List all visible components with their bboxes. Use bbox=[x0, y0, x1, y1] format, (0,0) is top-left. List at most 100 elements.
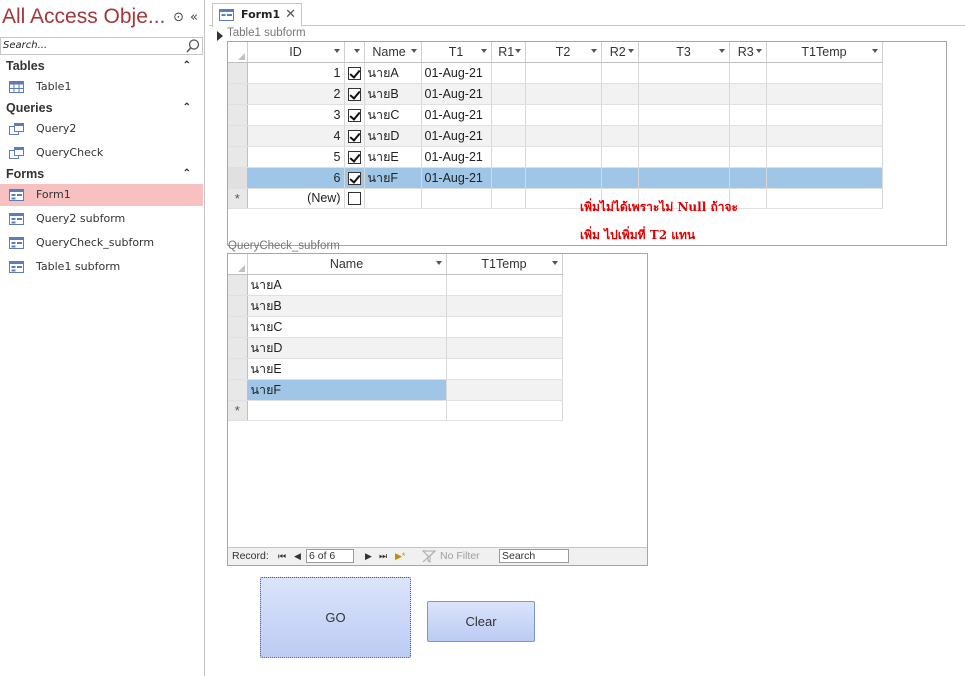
nav-item-query2-subform[interactable]: Query2 subform bbox=[0, 208, 203, 230]
first-record-icon[interactable]: ⏮ bbox=[278, 551, 286, 562]
section-queries[interactable]: Queries ⌃ bbox=[0, 98, 203, 118]
table-row[interactable]: นายB bbox=[228, 295, 563, 317]
form-icon bbox=[219, 9, 234, 21]
clear-button[interactable]: Clear bbox=[427, 601, 535, 642]
table-row[interactable]: นายD bbox=[228, 337, 563, 359]
column-header-check[interactable] bbox=[344, 42, 365, 63]
table-row[interactable]: นายC bbox=[228, 316, 563, 338]
column-header-id[interactable]: ID bbox=[247, 42, 345, 63]
nav-item-querycheck-subform[interactable]: QueryCheck_subform bbox=[0, 232, 203, 254]
close-tab-icon[interactable]: ✕ bbox=[285, 4, 296, 26]
column-header-r2[interactable]: R2 bbox=[601, 42, 639, 63]
nav-item-table1[interactable]: Table1 bbox=[0, 76, 203, 98]
dropdown-arrow-icon bbox=[333, 49, 340, 53]
table-row[interactable]: 1 นายA 01-Aug-21 bbox=[228, 62, 883, 84]
chevron-up-icon: ⌃ bbox=[182, 60, 191, 71]
column-header-t3[interactable]: T3 bbox=[638, 42, 730, 63]
subform1-label: Table1 subform bbox=[227, 27, 306, 39]
collapse-pane-icon[interactable]: « bbox=[190, 10, 198, 25]
chevron-up-icon: ⌃ bbox=[182, 102, 191, 113]
dropdown-arrow-icon bbox=[353, 49, 360, 53]
record-selector[interactable] bbox=[228, 125, 248, 147]
filter-icon[interactable] bbox=[422, 550, 436, 563]
record-selector[interactable] bbox=[228, 379, 248, 401]
navigation-pane: All Access Obje... ⊙ « Search... Tables ⌃… bbox=[0, 0, 205, 676]
tab-form1[interactable]: Form1 ✕ bbox=[212, 3, 302, 27]
last-record-icon[interactable]: ⏭ bbox=[379, 551, 387, 562]
table-row[interactable]: 2 นายB 01-Aug-21 bbox=[228, 83, 883, 105]
record-selector[interactable] bbox=[228, 146, 248, 168]
new-record-row[interactable]: * (New) bbox=[228, 188, 883, 209]
dropdown-arrow-icon bbox=[718, 49, 725, 53]
table-row-current[interactable]: 6 นายF 01-Aug-21 bbox=[228, 167, 883, 189]
dropdown-arrow-icon bbox=[871, 49, 878, 53]
annotation-note: เพิ่มไม่ได้เพราะไม่ Null ถ้าจะ เพิ่ม ไปเ… bbox=[580, 200, 738, 242]
previous-record-icon[interactable]: ◀ bbox=[294, 551, 301, 562]
section-forms[interactable]: Forms ⌃ bbox=[0, 164, 203, 184]
checkbox[interactable] bbox=[347, 87, 361, 101]
checkbox[interactable] bbox=[347, 129, 361, 143]
column-header-t2[interactable]: T2 bbox=[525, 42, 602, 63]
checkbox[interactable] bbox=[347, 192, 361, 206]
record-selector[interactable] bbox=[228, 104, 248, 126]
table-row[interactable]: 5 นายE 01-Aug-21 bbox=[228, 146, 883, 168]
dropdown-arrow-icon bbox=[755, 49, 762, 53]
nav-item-querycheck[interactable]: QueryCheck bbox=[0, 142, 203, 164]
select-all-corner[interactable] bbox=[228, 42, 248, 63]
column-header-name[interactable]: Name bbox=[247, 254, 447, 275]
dropdown-arrow-icon bbox=[551, 261, 558, 265]
table-row[interactable]: 4 นายD 01-Aug-21 bbox=[228, 125, 883, 147]
record-selector[interactable] bbox=[228, 316, 248, 338]
form-icon bbox=[9, 261, 24, 273]
nav-options-icon[interactable]: ⊙ bbox=[173, 10, 184, 25]
checkbox[interactable] bbox=[347, 66, 361, 80]
table-icon bbox=[9, 81, 24, 93]
query-icon bbox=[9, 123, 24, 135]
table-row[interactable]: 3 นายC 01-Aug-21 bbox=[228, 104, 883, 126]
form-icon bbox=[9, 237, 24, 249]
table-row[interactable]: นายE bbox=[228, 358, 563, 380]
column-header-t1[interactable]: T1 bbox=[421, 42, 492, 63]
dropdown-arrow-icon bbox=[410, 49, 417, 53]
record-selector[interactable] bbox=[228, 274, 248, 296]
column-header-name[interactable]: Name bbox=[364, 42, 422, 63]
checkbox[interactable] bbox=[347, 171, 361, 185]
nav-title[interactable]: All Access Obje... bbox=[2, 5, 165, 29]
record-selector[interactable] bbox=[228, 83, 248, 105]
no-filter-label[interactable]: No Filter bbox=[440, 550, 480, 562]
record-selector[interactable] bbox=[228, 358, 248, 380]
current-record-input[interactable]: 6 of 6 bbox=[306, 549, 354, 563]
checkbox[interactable] bbox=[347, 150, 361, 164]
nav-item-table1-subform[interactable]: Table1 subform bbox=[0, 256, 203, 278]
record-selector[interactable] bbox=[228, 337, 248, 359]
column-header-t1temp[interactable]: T1Temp bbox=[446, 254, 563, 275]
table-row-current[interactable]: นายF bbox=[228, 379, 563, 401]
checkbox[interactable] bbox=[347, 108, 361, 122]
nav-item-query2[interactable]: Query2 bbox=[0, 118, 203, 140]
column-header-t1temp[interactable]: T1Temp bbox=[766, 42, 883, 63]
querycheck-subform-grid[interactable]: Name T1Temp นายA นายB นายC นายD นายE นาย… bbox=[227, 253, 648, 566]
go-button[interactable]: GO bbox=[260, 577, 411, 658]
dropdown-arrow-icon bbox=[514, 49, 521, 53]
nav-item-form1[interactable]: Form1 bbox=[0, 184, 203, 206]
dropdown-arrow-icon bbox=[627, 49, 634, 53]
section-tables[interactable]: Tables ⌃ bbox=[0, 56, 203, 76]
record-selector[interactable] bbox=[228, 295, 248, 317]
select-all-corner[interactable] bbox=[228, 254, 248, 275]
table-row[interactable]: นายA bbox=[228, 274, 563, 296]
search-icon[interactable] bbox=[185, 38, 201, 54]
record-selector[interactable] bbox=[228, 62, 248, 84]
search-input[interactable]: Search... bbox=[0, 37, 203, 55]
form-icon bbox=[9, 213, 24, 225]
new-record-icon[interactable]: ▶* bbox=[395, 551, 405, 562]
chevron-up-icon: ⌃ bbox=[182, 168, 191, 179]
search-field[interactable]: Search bbox=[499, 549, 569, 563]
column-header-r3[interactable]: R3 bbox=[729, 42, 767, 63]
next-record-icon[interactable]: ▶ bbox=[365, 551, 372, 562]
new-record-row[interactable]: * bbox=[228, 400, 563, 421]
query-icon bbox=[9, 147, 24, 159]
record-selector[interactable] bbox=[228, 167, 248, 189]
column-header-r1[interactable]: R1 bbox=[491, 42, 526, 63]
subform2-label: QueryCheck_subform bbox=[228, 240, 340, 252]
dropdown-arrow-icon bbox=[590, 49, 597, 53]
